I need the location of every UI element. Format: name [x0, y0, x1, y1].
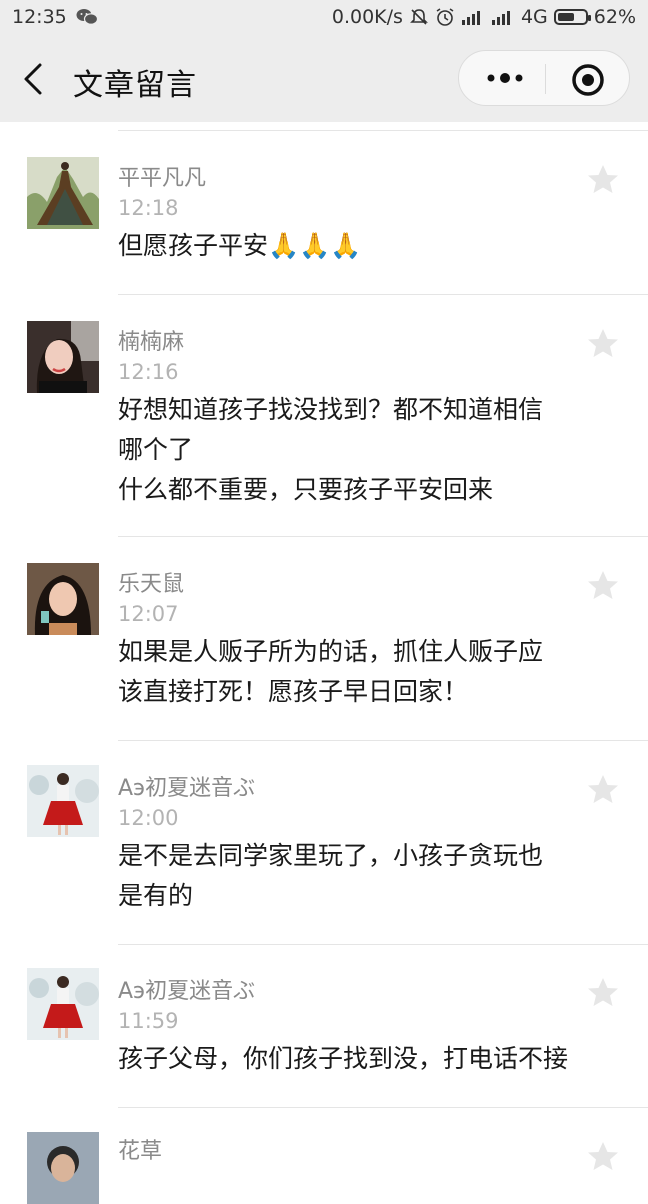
comment-time: 11:59 — [118, 1009, 179, 1033]
star-icon[interactable] — [586, 327, 620, 361]
more-icon[interactable] — [485, 67, 525, 89]
person-avatar[interactable] — [27, 1132, 99, 1204]
comment-content: 孩子父母，你们孩子找到没，打电话不接 — [118, 1039, 628, 1079]
comment-author: 平平凡凡 — [118, 166, 207, 191]
star-icon[interactable] — [586, 773, 620, 807]
star-icon[interactable] — [586, 163, 620, 197]
woman-selfie-avatar[interactable] — [27, 321, 99, 393]
divider — [118, 1107, 648, 1108]
battery-percent: 62% — [593, 6, 636, 28]
status-time: 12:35 — [12, 6, 67, 28]
back-icon[interactable] — [20, 62, 50, 96]
comment-time: 12:07 — [118, 602, 179, 626]
comment-author: Aэ初夏迷音ぶ — [118, 776, 256, 801]
comment-content: 但愿孩子平安🙏🙏🙏 — [118, 226, 628, 266]
alarm-icon — [436, 8, 454, 26]
comment-time: 12:00 — [118, 806, 179, 830]
nav-bar: 文章留言 — [0, 36, 648, 122]
comment-line: 但愿孩子平安🙏🙏🙏 — [118, 231, 362, 260]
status-bar: 12:35 0.00K/s 4G 62% — [0, 0, 648, 36]
comment-line: 是不是去同学家里玩了，小孩子贪玩也 — [118, 841, 544, 870]
mini-program-capsule — [458, 50, 630, 106]
battery-fill — [557, 13, 574, 21]
woman-in-gown-avatar[interactable] — [27, 157, 99, 229]
capsule-divider — [545, 64, 546, 94]
battery-icon — [553, 9, 591, 25]
comment-time: 12:16 — [118, 360, 179, 384]
comment-line: 孩子父母，你们孩子找到没，打电话不接 — [118, 1044, 569, 1073]
mute-icon — [410, 9, 428, 25]
signal-icon — [461, 11, 480, 25]
comment-author: 楠楠麻 — [118, 330, 185, 355]
comment-content: 如果是人贩子所为的话，抓住人贩子应 该直接打死！愿孩子早日回家！ — [118, 632, 628, 712]
divider — [118, 294, 648, 295]
divider — [118, 130, 648, 131]
star-icon[interactable] — [586, 569, 620, 603]
signal-icon — [491, 11, 510, 25]
comment-line: 好想知道孩子找没找到？都不知道相信 — [118, 395, 544, 424]
comment-line: 是有的 — [118, 881, 194, 910]
page-title: 文章留言 — [73, 68, 197, 103]
status-right: 0.00K/s 4G 62% — [332, 6, 636, 28]
comment-line: 该直接打死！愿孩子早日回家！ — [118, 677, 469, 706]
woman-portrait-avatar[interactable] — [27, 563, 99, 635]
comment-author: Aэ初夏迷音ぶ — [118, 979, 256, 1004]
comment-author: 花草 — [118, 1139, 163, 1164]
network-type: 4G — [520, 6, 548, 28]
comment-line: 如果是人贩子所为的话，抓住人贩子应 — [118, 637, 544, 666]
star-icon[interactable] — [586, 1140, 620, 1174]
comment-author: 乐天鼠 — [118, 572, 185, 597]
wechat-icon — [76, 9, 98, 25]
comment-content: 好想知道孩子找没找到？都不知道相信 哪个了 什么都不重要，只要孩子平安回来 — [118, 390, 628, 510]
network-speed: 0.00K/s — [331, 6, 403, 28]
star-icon[interactable] — [586, 976, 620, 1010]
girl-red-skirt-avatar[interactable] — [27, 968, 99, 1040]
comment-time: 12:18 — [118, 196, 179, 220]
divider — [118, 536, 648, 537]
divider — [118, 944, 648, 945]
target-icon[interactable] — [571, 63, 605, 97]
comment-line: 什么都不重要，只要孩子平安回来 — [118, 475, 494, 504]
divider — [118, 740, 648, 741]
comment-line: 哪个了 — [118, 435, 194, 464]
girl-red-skirt-avatar[interactable] — [27, 765, 99, 837]
comment-content: 是不是去同学家里玩了，小孩子贪玩也 是有的 — [118, 836, 628, 916]
